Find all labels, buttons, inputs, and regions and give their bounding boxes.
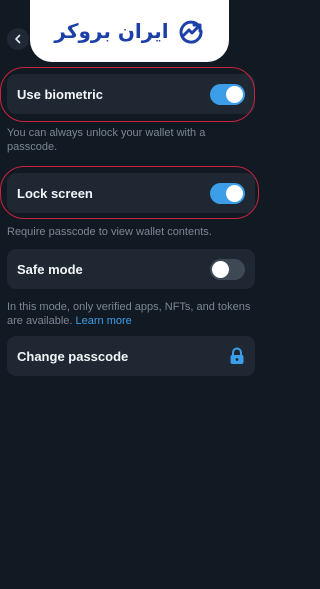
safe-mode-row[interactable]: Safe mode bbox=[7, 249, 255, 289]
watermark-text: ایران بروکر bbox=[54, 19, 169, 43]
learn-more-link[interactable]: Learn more bbox=[76, 315, 132, 327]
safe-mode-toggle[interactable] bbox=[210, 258, 245, 280]
watermark-logo: ایران بروکر bbox=[30, 0, 229, 62]
change-passcode-row[interactable]: Change passcode bbox=[7, 336, 255, 376]
lock-screen-row[interactable]: Lock screen bbox=[7, 173, 255, 213]
biometric-label: Use biometric bbox=[17, 86, 103, 102]
lock-screen-toggle[interactable] bbox=[210, 182, 245, 204]
change-passcode-label: Change passcode bbox=[17, 348, 129, 364]
biometric-row[interactable]: Use biometric bbox=[7, 74, 255, 114]
toggle-knob bbox=[226, 85, 243, 103]
biometric-toggle[interactable] bbox=[210, 83, 245, 105]
toggle-knob bbox=[212, 260, 229, 278]
lock-icon bbox=[229, 347, 245, 365]
lock-screen-caption: Require passcode to view wallet contents… bbox=[7, 226, 212, 238]
back-button[interactable] bbox=[7, 28, 29, 50]
chevron-left-icon bbox=[13, 34, 23, 44]
trend-up-arrow-icon bbox=[177, 17, 205, 45]
lock-screen-label: Lock screen bbox=[17, 185, 93, 201]
safe-mode-caption: In this mode, only verified apps, NFTs, … bbox=[7, 300, 252, 328]
biometric-caption: You can always unlock your wallet with a… bbox=[7, 127, 206, 153]
safe-mode-label: Safe mode bbox=[17, 261, 83, 277]
toggle-knob bbox=[226, 184, 243, 202]
